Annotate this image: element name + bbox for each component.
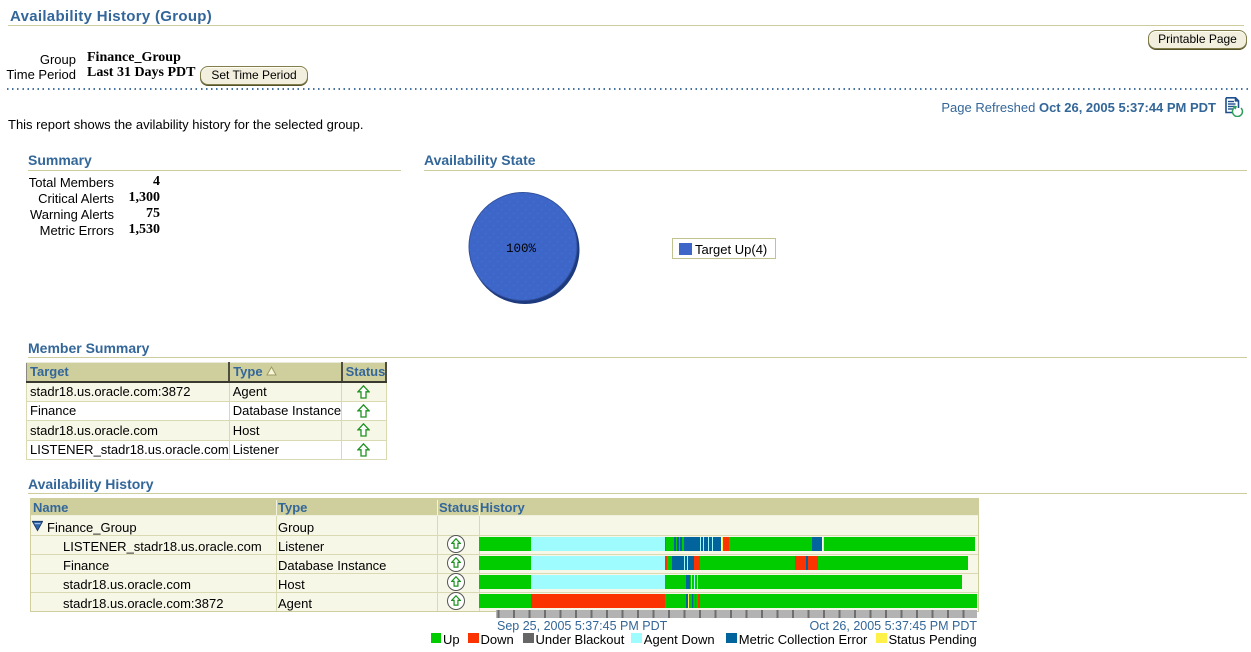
svg-text:100%: 100%: [506, 242, 537, 256]
